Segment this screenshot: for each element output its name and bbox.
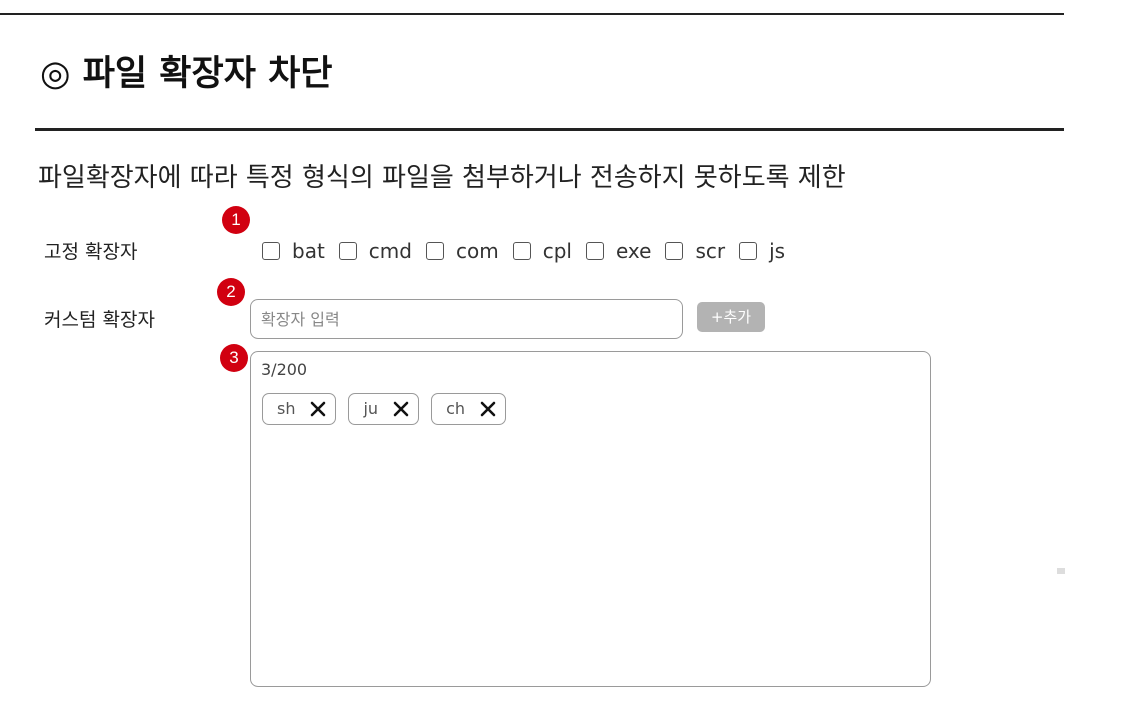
checkbox-label: com [455,239,499,263]
checkbox-js[interactable]: js [739,238,785,264]
checkbox-scr[interactable]: scr [665,238,725,264]
tag-label: ch [446,399,466,418]
page-title: ◎ 파일 확장자 차단 [40,54,333,94]
extension-input[interactable] [250,299,683,339]
checkbox-label: cpl [542,239,572,263]
checkbox-box[interactable] [425,242,444,260]
custom-extensions-label: 커스텀 확장자 [44,309,155,331]
tag-label: ju [363,399,379,418]
close-icon[interactable] [309,400,327,418]
fixed-extensions-label: 고정 확장자 [44,241,138,263]
checkbox-label: js [769,239,786,263]
edge-mark [1057,568,1065,574]
checkbox-label: bat [292,239,325,263]
extension-tag-ju: ju [348,393,420,425]
annotation-marker-1: 1 [222,206,250,234]
tag-label: sh [277,399,296,418]
custom-extensions-box: 3/200 sh ju ch [250,351,931,687]
checkbox-box[interactable] [512,242,531,260]
extension-tag-ch: ch [431,393,507,425]
close-icon[interactable] [392,400,410,418]
checkbox-label: cmd [368,239,412,263]
annotation-marker-3: 3 [220,344,248,372]
checkbox-box[interactable] [338,242,357,260]
checkbox-cpl[interactable]: cpl [512,238,572,264]
checkbox-box[interactable] [585,242,604,260]
checkbox-cmd[interactable]: cmd [338,238,412,264]
extension-tag-sh: sh [262,393,337,425]
annotation-marker-2: 2 [217,278,245,306]
checkbox-box[interactable] [739,242,758,260]
checkbox-box[interactable] [262,242,280,260]
checkbox-box[interactable] [665,242,684,260]
extension-count: 3/200 [261,360,308,379]
title-divider [35,128,1064,131]
top-divider [0,13,1064,15]
close-icon[interactable] [479,400,497,418]
checkbox-label: exe [615,239,652,263]
fixed-extensions-group: bat cmd com cpl exe scr js [262,236,799,266]
checkbox-bat[interactable]: bat [262,238,325,264]
tag-list: sh ju ch [262,393,518,425]
page-description: 파일확장자에 따라 특정 형식의 파일을 첨부하거나 전송하지 못하도록 제한 [38,163,846,193]
add-extension-button[interactable]: +추가 [697,302,765,332]
checkbox-label: scr [695,239,726,263]
checkbox-exe[interactable]: exe [585,238,652,264]
checkbox-com[interactable]: com [425,238,499,264]
